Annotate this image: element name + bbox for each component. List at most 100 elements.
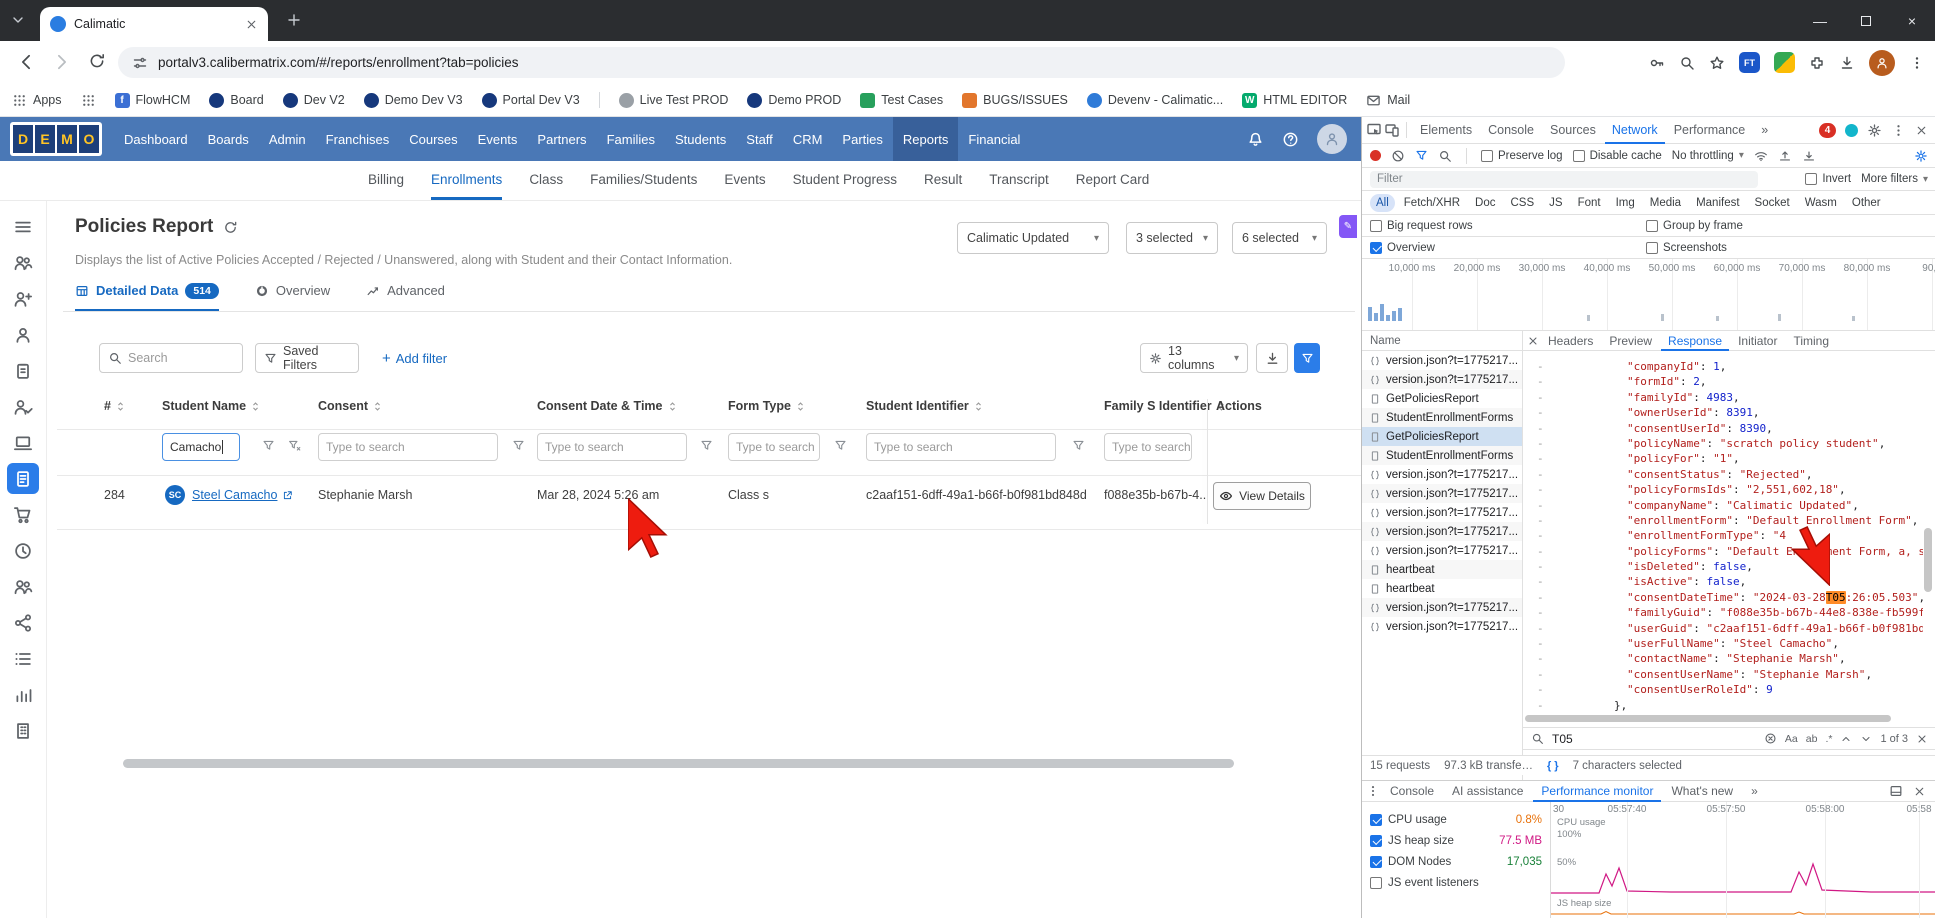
fold-marker[interactable]: - [1537, 513, 1544, 528]
whole-word-toggle[interactable]: ab [1806, 733, 1818, 745]
drawer-close-icon[interactable] [1913, 785, 1926, 798]
previous-match-icon[interactable] [1840, 733, 1852, 745]
extensions-puzzle-icon[interactable] [1809, 55, 1825, 71]
fold-marker[interactable]: - [1537, 498, 1544, 513]
ai-assistant-icon[interactable] [1845, 123, 1858, 137]
downloads-icon[interactable] [1839, 55, 1855, 71]
rail-item-people[interactable] [7, 247, 39, 278]
response-tab-preview[interactable]: Preview [1602, 331, 1659, 351]
clear-search-icon[interactable] [1764, 732, 1777, 745]
subnav-item-class[interactable]: Class [529, 161, 563, 200]
type-filter-manifest[interactable]: Manifest [1690, 194, 1745, 212]
fold-marker[interactable]: - [1537, 590, 1544, 605]
invert-checkbox[interactable]: Invert [1805, 173, 1851, 185]
throttling-dropdown[interactable]: No throttling ▾ [1672, 150, 1744, 162]
type-filter-font[interactable]: Font [1572, 194, 1607, 212]
response-viewer[interactable]: - "companyId": 1, - "formId": 2, - "familyId"… [1523, 351, 1923, 713]
column-filter-input[interactable]: Type to search [1104, 433, 1192, 461]
filter-funnel-icon[interactable] [1072, 439, 1085, 452]
network-settings-gear-icon[interactable] [1914, 149, 1928, 163]
request-row[interactable]: version.json?t=1775217... [1362, 351, 1522, 370]
fold-marker[interactable]: - [1537, 359, 1544, 374]
network-filter-icon[interactable] [1415, 149, 1428, 162]
record-icon[interactable] [1370, 150, 1381, 161]
close-window-icon[interactable]: × [1889, 0, 1935, 41]
rail-item-people[interactable] [7, 571, 39, 602]
network-conditions-icon[interactable] [1754, 149, 1768, 163]
request-row[interactable]: heartbeat [1362, 579, 1522, 598]
fold-marker[interactable]: - [1537, 574, 1544, 589]
horizontal-scrollbar[interactable] [123, 759, 1234, 768]
requests-name-header[interactable]: Name [1362, 331, 1523, 350]
fold-marker[interactable]: - [1537, 390, 1544, 405]
rail-item-clock[interactable] [7, 535, 39, 566]
fold-marker[interactable]: - [1537, 467, 1544, 482]
drawer-tab-console[interactable]: Console [1382, 780, 1442, 802]
rail-item-menu[interactable] [7, 211, 39, 242]
browser-menu-icon[interactable] [1909, 55, 1925, 71]
search-query[interactable]: T05 [1552, 732, 1573, 746]
request-row[interactable]: version.json?t=1775217... [1362, 370, 1522, 389]
site-settings-icon[interactable] [132, 55, 148, 71]
metric-js-event-listeners[interactable]: JS event listeners [1370, 872, 1542, 893]
dock-panel-icon[interactable] [1889, 784, 1903, 798]
column-header-actions[interactable]: Actions [1216, 399, 1262, 413]
nav-item-courses[interactable]: Courses [399, 117, 467, 161]
back-icon[interactable] [16, 52, 36, 72]
rail-item-share[interactable] [7, 607, 39, 638]
fold-marker[interactable]: - [1537, 621, 1544, 636]
column-header-consent[interactable]: Consent [318, 399, 383, 413]
sort-icon[interactable] [667, 401, 678, 412]
drawer-tab-what-s-new[interactable]: What's new [1663, 780, 1741, 802]
fold-marker[interactable]: - [1537, 528, 1544, 543]
zoom-icon[interactable] [1679, 55, 1695, 71]
search-input[interactable] [99, 343, 243, 373]
fold-marker[interactable]: - [1537, 651, 1544, 666]
column-header-student-name[interactable]: Student Name [162, 399, 261, 413]
devtools-menu-icon[interactable] [1891, 123, 1906, 138]
metric-js-heap-size[interactable]: JS heap size 77.5 MB [1370, 830, 1542, 851]
columns-dropdown[interactable]: 13 columns ▾ [1140, 343, 1248, 373]
metric-cpu-usage[interactable]: CPU usage 0.8% [1370, 809, 1542, 830]
subnav-item-transcript[interactable]: Transcript [989, 161, 1049, 200]
drawer-tab-performance-monitor[interactable]: Performance monitor [1533, 780, 1661, 802]
app-logo[interactable]: DEMO [10, 122, 102, 156]
rail-item-person-plus[interactable] [7, 283, 39, 314]
request-row[interactable]: StudentEnrollmentForms [1362, 446, 1522, 465]
request-row[interactable]: GetPoliciesReport [1362, 427, 1522, 446]
toggle-screenshots[interactable]: Screenshots [1646, 241, 1727, 254]
saved-filters-button[interactable]: Saved Filters [255, 343, 359, 373]
devtools-close-icon[interactable] [1915, 124, 1928, 137]
nav-item-financial[interactable]: Financial [958, 117, 1030, 161]
fold-marker[interactable]: - [1537, 559, 1544, 574]
format-icon[interactable]: { } [1547, 760, 1559, 772]
fold-marker[interactable]: - [1537, 698, 1544, 713]
response-vertical-scrollbar[interactable] [1924, 528, 1932, 592]
type-filter-socket[interactable]: Socket [1749, 194, 1796, 212]
request-row[interactable]: version.json?t=1775217... [1362, 465, 1522, 484]
request-row[interactable]: version.json?t=1775217... [1362, 541, 1522, 560]
nav-item-parties[interactable]: Parties [832, 117, 892, 161]
fold-marker[interactable]: - [1537, 682, 1544, 697]
bookmark-item[interactable]: Demo PROD [747, 92, 841, 108]
tab-detailed-data[interactable]: Detailed Data 514 [75, 280, 219, 312]
response-tab-initiator[interactable]: Initiator [1731, 331, 1784, 351]
type-filter-media[interactable]: Media [1644, 194, 1687, 212]
type-filter-js[interactable]: JS [1543, 194, 1568, 212]
bookmark-item[interactable]: Board [209, 92, 264, 108]
clear-network-icon[interactable] [1391, 149, 1405, 163]
drawer-menu-icon[interactable] [1366, 784, 1380, 798]
column-filter-input[interactable]: Type to search [728, 433, 820, 461]
close-search-icon[interactable] [1916, 733, 1928, 745]
match-case-toggle[interactable]: Aa [1785, 733, 1798, 745]
subnav-item-report-card[interactable]: Report Card [1076, 161, 1150, 200]
fold-marker[interactable]: - [1537, 544, 1544, 559]
devtools-tab-console[interactable]: Console [1481, 117, 1541, 144]
devtools-tab-network[interactable]: Network [1605, 117, 1665, 144]
toggle-big-request-rows[interactable]: Big request rows [1370, 219, 1646, 232]
bookmark-item[interactable]: W HTML EDITOR [1242, 92, 1347, 108]
bookmark-item[interactable]: Portal Dev V3 [481, 92, 580, 108]
column-header-form-type[interactable]: Form Type [728, 399, 806, 413]
new-tab-icon[interactable] [286, 12, 302, 28]
fold-marker[interactable]: - [1537, 605, 1544, 620]
